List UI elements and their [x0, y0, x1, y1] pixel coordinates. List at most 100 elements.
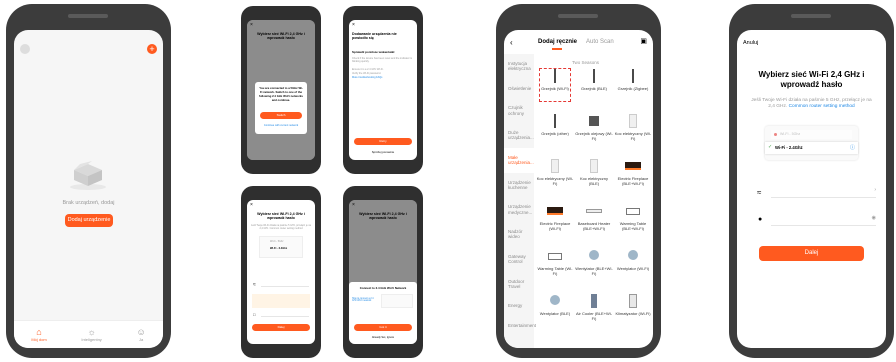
device-icon — [586, 113, 602, 129]
tab-manual[interactable]: Dodaj ręcznie — [538, 39, 577, 45]
wifi-name-field[interactable] — [261, 286, 309, 287]
continue-link[interactable]: Continue with current network — [255, 124, 307, 127]
device-shape — [547, 207, 563, 215]
lock-icon: □ — [253, 312, 256, 317]
device-tile[interactable]: Koc elektryczny (Wi-Fi) — [614, 113, 652, 141]
back-icon[interactable]: ‹ — [510, 38, 513, 47]
wifi-connect-dialog-screen: × Wybierz sieć Wi-Fi 2,4 GHz i wprowadź … — [349, 200, 417, 344]
device-grid: Grzejnik (Wi-Fi) Grzejnik (BLE) Grzejnik (… — [536, 68, 653, 348]
device-shape — [554, 114, 556, 128]
chevron-right-icon[interactable]: › — [874, 187, 876, 193]
check-icon: ✓ — [768, 144, 773, 150]
sidebar-item[interactable]: Instytucja elektryczna — [504, 54, 534, 79]
wifi-5g-warning-screen: × Wybierz sieć Wi-Fi 2,4 GHz i wprowadź … — [247, 20, 315, 160]
tab-me[interactable]: ☺ Ja — [136, 327, 145, 342]
device-icon — [586, 248, 602, 264]
speaker — [791, 14, 831, 18]
device-icon — [547, 113, 563, 129]
device-tile[interactable]: Warming Table (BLE+Wi-Fi) — [614, 203, 652, 231]
ignore-link[interactable]: Already Set, Ignore — [349, 336, 417, 339]
tab-smart[interactable]: ☼ Inteligentny — [81, 327, 101, 342]
password-field[interactable] — [261, 316, 309, 317]
device-tile[interactable]: Klimatyzator (Wi-Fi) — [614, 293, 652, 316]
try-again-link[interactable]: Spróbuj ponownie — [349, 150, 417, 154]
device-icon — [547, 158, 563, 174]
wifi-24g-label: Wi-Fi - 2.4Ghz — [775, 145, 803, 150]
device-icon — [586, 68, 602, 84]
section-title: Two Seasons — [572, 60, 600, 65]
router-diagram — [381, 294, 413, 308]
failure-subtitle: Sprawdź poniższe wskazówki: — [352, 50, 396, 54]
screen-title: Wybierz sieć Wi-Fi 2,4 GHz i wprowadź ha… — [758, 70, 865, 89]
close-icon[interactable]: × — [250, 202, 253, 208]
sidebar-item[interactable]: Urządzenie medyczne... — [504, 197, 534, 222]
device-label: Koc elektryczny (Wi-Fi) — [614, 131, 652, 141]
sidebar-item[interactable]: Oświetlenie — [504, 79, 534, 98]
device-tile[interactable]: Wentylator (BLE+Wi-Fi) — [575, 248, 613, 276]
device-tile[interactable]: Grzejnik olejowy (Wi-Fi) — [575, 113, 613, 141]
next-button[interactable]: Dalej — [252, 324, 310, 331]
password-field[interactable]: ◉ — [771, 212, 876, 226]
sidebar-item[interactable]: Energy — [504, 296, 534, 315]
router-setting-link[interactable]: Common router setting method — [789, 104, 855, 109]
device-tile[interactable]: Koc elektryczny (Wi-Fi) — [536, 158, 574, 186]
sidebar-item[interactable]: Czujnik ochrony — [504, 98, 534, 123]
sidebar-item[interactable]: Entertainment — [504, 316, 536, 335]
device-tile[interactable]: Air Cooler (BLE+Wi-Fi) — [575, 293, 613, 321]
wifi-band-diagram: Wi-Fi - 5Ghz ✓ Wi-Fi - 2.4Ghz ⓘ — [765, 126, 858, 160]
close-icon[interactable]: × — [352, 22, 355, 28]
device-tile[interactable]: Wentylator (BLE) — [536, 293, 574, 316]
home-icon: ⌂ — [36, 327, 42, 337]
wifi-name-field[interactable]: › — [771, 184, 876, 198]
device-label: Wentylator (Wi-Fi) — [616, 266, 650, 271]
how-to-link[interactable]: How to connect a 2.4 GHz Wi-Fi network — [352, 298, 378, 302]
sidebar-item[interactable]: Nadzór wideo — [504, 222, 534, 247]
device-icon — [586, 293, 602, 309]
switch-button[interactable]: Switch — [260, 112, 302, 119]
device-tile[interactable]: Warming Table (Wi-Fi) — [536, 248, 574, 276]
phone-2c: × Wybierz sieć Wi-Fi 2,4 GHz i wprowadź … — [241, 186, 321, 358]
wifi-24g-row: ✓ Wi-Fi - 2.4Ghz ⓘ — [765, 142, 858, 154]
retry-button[interactable]: Retry — [354, 138, 412, 145]
scan-qr-icon[interactable]: ▣ — [640, 37, 647, 45]
sidebar-item[interactable]: Outdoor Travel — [504, 272, 534, 297]
cancel-link[interactable]: Anuluj — [743, 40, 758, 46]
add-device-screen: ‹ Dodaj ręcznie Auto Scan ▣ Instytucja e… — [504, 30, 653, 348]
device-shape — [626, 208, 640, 215]
sidebar-item-active[interactable]: Małe urządzenia... — [504, 147, 534, 173]
eye-icon[interactable]: ◉ — [872, 215, 876, 221]
device-shape — [548, 253, 562, 260]
empty-box-illustration — [68, 158, 108, 190]
add-device-plus-icon[interactable]: + — [147, 44, 157, 54]
device-shape — [590, 159, 598, 173]
device-icon — [586, 203, 602, 219]
tip-line: Verify the Wi-Fi password. — [352, 72, 382, 75]
device-tile[interactable]: Electric Fireplace (BLE+Wi-Fi) — [614, 158, 652, 186]
got-it-button[interactable]: Got it — [354, 324, 412, 331]
device-tile[interactable]: Wentylator (Wi-Fi) — [614, 248, 652, 271]
tab-label: Mój dom — [31, 337, 47, 342]
device-tile[interactable]: Baseboard Heater (BLE+Wi-Fi) — [575, 203, 613, 231]
device-tile[interactable]: Electric Fireplace (Wi-Fi) — [536, 203, 574, 231]
home-menu-icon[interactable] — [20, 44, 30, 54]
tab-my-home[interactable]: ⌂ Mój dom — [31, 327, 46, 342]
device-tile[interactable]: Grzejnik (other) — [536, 113, 574, 136]
sidebar-item[interactable]: Urządzenie kuchenne — [504, 173, 534, 198]
add-device-button[interactable]: Dodaj urządzenie — [65, 214, 113, 227]
wifi-24g-label: Wi-Fi - 2.4Ghz — [270, 247, 288, 250]
tab-auto-scan[interactable]: Auto Scan — [586, 39, 614, 45]
device-icon — [625, 113, 641, 129]
device-icon — [625, 158, 641, 174]
device-tile[interactable]: Grzejnik (Zigbee) — [614, 68, 652, 91]
device-shape — [629, 114, 637, 128]
device-tile[interactable]: Grzejnik (BLE) — [575, 68, 613, 91]
device-label: Wentylator (BLE) — [539, 311, 571, 316]
device-label: Warming Table (Wi-Fi) — [537, 266, 573, 276]
sidebar-item[interactable]: Gateway Control — [504, 247, 534, 272]
device-tile[interactable]: Koc elektryczny (BLE) — [575, 158, 613, 186]
wifi-password-screen: Anuluj Wybierz sieć Wi-Fi 2,4 GHz i wpro… — [737, 30, 886, 348]
faq-link[interactable]: More troubleshooting FAQs — [352, 76, 382, 79]
next-button[interactable]: Dalej — [759, 246, 864, 261]
device-shape — [586, 209, 602, 213]
sidebar-item[interactable]: Duże urządzenia... — [504, 123, 534, 148]
